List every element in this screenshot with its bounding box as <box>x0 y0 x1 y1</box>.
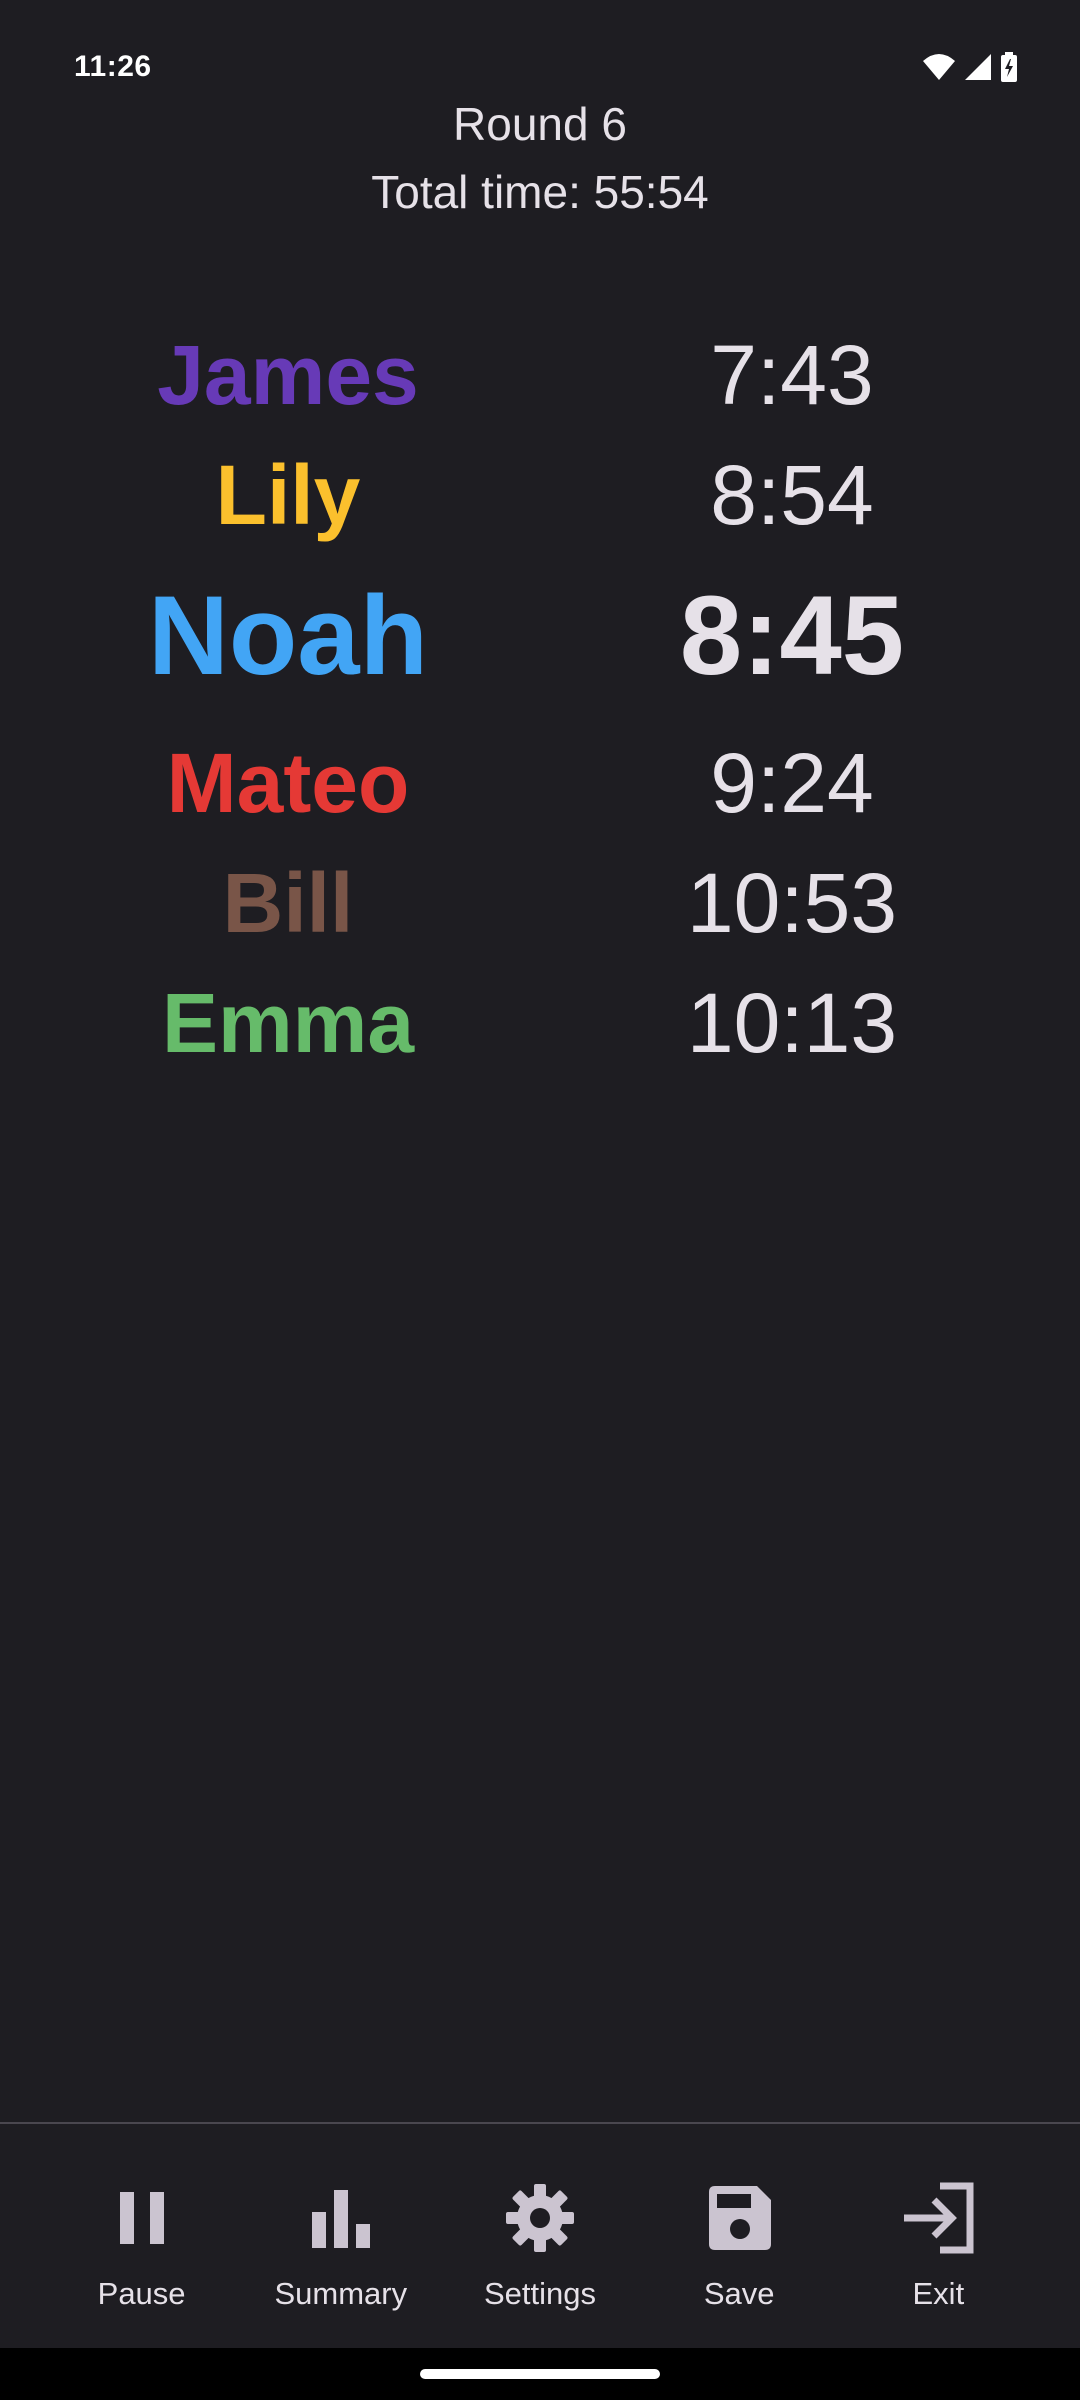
save-label: Save <box>703 2276 775 2311</box>
player-time: 7:43 <box>710 328 874 422</box>
exit-button[interactable]: Exit <box>853 2124 1023 2312</box>
player-name: Lily <box>215 448 361 542</box>
player-row[interactable]: Bill 10:53 <box>0 840 1080 960</box>
wifi-icon <box>922 53 956 86</box>
save-button[interactable]: Save <box>654 2124 824 2312</box>
status-time: 11:26 <box>74 50 152 83</box>
player-time: 8:54 <box>710 448 874 542</box>
player-name: Mateo <box>166 736 410 830</box>
gear-icon <box>502 2180 578 2256</box>
summary-button[interactable]: Summary <box>256 2124 426 2312</box>
home-gesture-handle[interactable] <box>420 2369 660 2379</box>
battery-charging-icon <box>1000 52 1018 87</box>
player-row[interactable]: Emma 10:13 <box>0 960 1080 1080</box>
bar-chart-icon <box>303 2180 379 2256</box>
gesture-bar <box>0 2348 1080 2400</box>
screen: 11:26 Round 6 Total time: 55:54 James 7:… <box>0 0 1080 2400</box>
player-time: 8:45 <box>679 573 905 698</box>
settings-label: Settings <box>483 2276 596 2311</box>
player-name: Emma <box>161 976 415 1070</box>
player-list: James 7:43 Lily 8:54 Noah 8:45 Mateo 9:2… <box>0 312 1080 1080</box>
bottom-nav: Pause Summary Settings Save Exit <box>0 2122 1080 2348</box>
exit-icon <box>900 2180 976 2256</box>
status-icons <box>922 52 1018 87</box>
summary-label: Summary <box>274 2276 408 2311</box>
exit-label: Exit <box>912 2276 965 2311</box>
total-time: Total time: 55:54 <box>371 166 709 218</box>
round-header: Round 6 Total time: 55:54 <box>0 90 1080 226</box>
player-name: James <box>157 328 419 422</box>
pause-label: Pause <box>97 2276 186 2311</box>
pause-button[interactable]: Pause <box>57 2124 227 2312</box>
player-row[interactable]: Noah 8:45 <box>0 552 1080 720</box>
player-name: Noah <box>148 573 428 698</box>
player-time: 9:24 <box>710 736 874 830</box>
cell-signal-icon <box>964 53 992 86</box>
player-time: 10:13 <box>686 976 898 1070</box>
round-title: Round 6 <box>453 98 627 150</box>
player-row[interactable]: Mateo 9:24 <box>0 720 1080 840</box>
player-time: 10:53 <box>686 856 898 950</box>
settings-button[interactable]: Settings <box>455 2124 625 2312</box>
pause-icon <box>104 2180 180 2256</box>
save-icon <box>701 2180 777 2256</box>
player-name: Bill <box>222 856 354 950</box>
player-row[interactable]: James 7:43 <box>0 312 1080 432</box>
player-row[interactable]: Lily 8:54 <box>0 432 1080 552</box>
